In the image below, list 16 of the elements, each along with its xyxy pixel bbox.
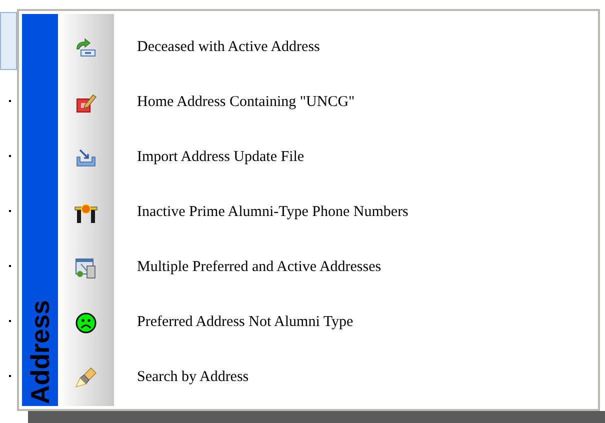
menu-item[interactable]: Preferred Address Not Alumni Type — [58, 295, 595, 350]
pencil-square-icon — [75, 92, 97, 114]
menu-item[interactable]: Deceased with Active Address — [58, 20, 595, 75]
window-device-icon — [75, 256, 97, 278]
menu-item[interactable]: Inactive Prime Alumni-Type Phone Numbers — [58, 185, 595, 240]
sad-face-icon — [75, 312, 97, 334]
import-tray-icon — [75, 146, 97, 168]
gate-icon — [74, 202, 98, 224]
menu-title: Address — [27, 300, 53, 404]
arrow-card-icon — [75, 36, 97, 58]
selected-row — [0, 12, 17, 70]
menu-item[interactable]: Search by Address — [58, 350, 595, 405]
menu-item[interactable]: Multiple Preferred and Active Addresses — [58, 240, 595, 295]
menu-item[interactable]: Import Address Update File — [58, 130, 595, 185]
menu-item[interactable]: Home Address Containing "UNCG" — [58, 75, 595, 130]
flashlight-icon — [75, 366, 97, 388]
